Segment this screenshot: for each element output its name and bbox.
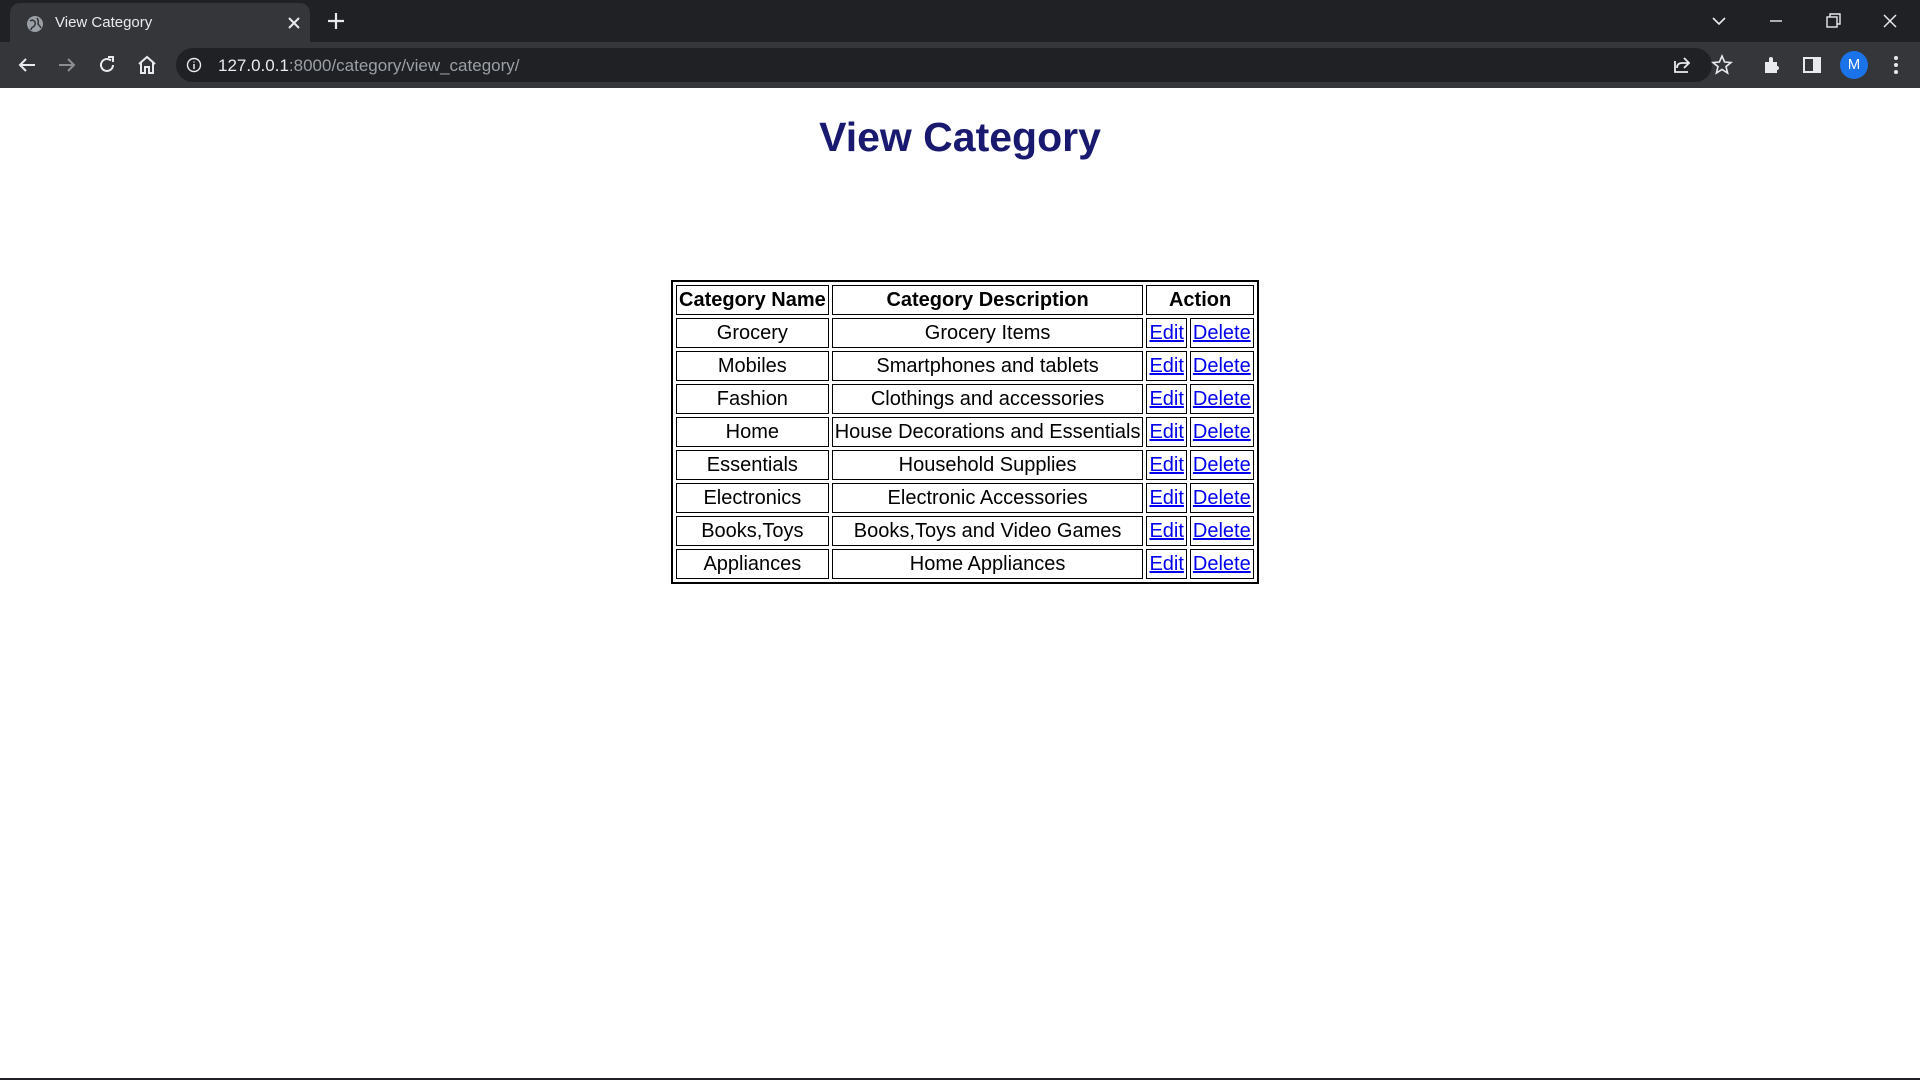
category-name-cell: Mobiles <box>676 351 829 381</box>
delete-link[interactable]: Delete <box>1193 355 1251 377</box>
tab-strip: View Category <box>0 0 1920 42</box>
table-row: Appliances Home Appliances Edit Delete <box>676 549 1254 579</box>
extensions-icon[interactable] <box>1760 53 1784 77</box>
edit-cell: Edit <box>1146 549 1187 579</box>
category-description-cell: Clothings and accessories <box>831 384 1144 414</box>
close-icon[interactable] <box>286 15 302 31</box>
back-arrow-icon[interactable] <box>15 53 39 77</box>
globe-icon <box>27 16 43 32</box>
category-description-cell: Home Appliances <box>831 549 1144 579</box>
delete-cell: Delete <box>1189 483 1254 513</box>
category-description-cell: Electronic Accessories <box>831 483 1144 513</box>
profile-avatar[interactable]: M <box>1840 51 1868 79</box>
delete-cell: Delete <box>1189 450 1254 480</box>
edit-cell: Edit <box>1146 516 1187 546</box>
side-panel-icon[interactable] <box>1800 53 1824 77</box>
edit-cell: Edit <box>1146 351 1187 381</box>
edit-link[interactable]: Edit <box>1149 454 1183 476</box>
share-icon[interactable] <box>1670 53 1694 77</box>
table-row: Fashion Clothings and accessories Edit Dele… <box>676 384 1254 414</box>
category-name-cell: Grocery <box>676 318 829 348</box>
delete-cell: Delete <box>1189 516 1254 546</box>
column-header-action: Action <box>1146 285 1254 315</box>
column-header-name: Category Name <box>676 285 829 315</box>
category-description-cell: Grocery Items <box>831 318 1144 348</box>
delete-cell: Delete <box>1189 351 1254 381</box>
delete-link[interactable]: Delete <box>1193 553 1251 575</box>
edit-link[interactable]: Edit <box>1149 388 1183 410</box>
delete-cell: Delete <box>1189 318 1254 348</box>
category-table: Category Name Category Description Actio… <box>671 280 1259 584</box>
column-header-description: Category Description <box>831 285 1144 315</box>
table-row: Home House Decorations and Essentials Edit… <box>676 417 1254 447</box>
minimize-icon[interactable] <box>1763 8 1789 34</box>
table-row: Electronics Electronic Accessories Edit Del… <box>676 483 1254 513</box>
window-close-icon[interactable] <box>1877 8 1903 34</box>
page-viewport: View Category Category Name Category Des… <box>0 88 1920 1078</box>
category-name-cell: Fashion <box>676 384 829 414</box>
edit-cell: Edit <box>1146 318 1187 348</box>
edit-link[interactable]: Edit <box>1149 355 1183 377</box>
edit-cell: Edit <box>1146 450 1187 480</box>
address-bar[interactable]: 127.0.0.1:8000/category/view_category/ <box>176 48 1734 82</box>
delete-link[interactable]: Delete <box>1193 388 1251 410</box>
delete-link[interactable]: Delete <box>1193 322 1251 344</box>
delete-link[interactable]: Delete <box>1193 421 1251 443</box>
url-host: 127.0.0.1 <box>218 56 289 75</box>
reload-icon[interactable] <box>95 53 119 77</box>
category-name-cell: Books,Toys <box>676 516 829 546</box>
table-row: Essentials Household Supplies Edit Delete <box>676 450 1254 480</box>
delete-link[interactable]: Delete <box>1193 520 1251 542</box>
bookmark-star-icon[interactable] <box>1710 53 1734 77</box>
delete-cell: Delete <box>1189 417 1254 447</box>
delete-link[interactable]: Delete <box>1193 454 1251 476</box>
home-icon[interactable] <box>135 53 159 77</box>
category-description-cell: House Decorations and Essentials <box>831 417 1144 447</box>
forward-arrow-icon[interactable] <box>55 53 79 77</box>
tab-title: View Category <box>55 14 153 31</box>
restore-icon[interactable] <box>1820 8 1846 34</box>
edit-cell: Edit <box>1146 384 1187 414</box>
info-icon[interactable] <box>186 57 202 73</box>
category-description-cell: Household Supplies <box>831 450 1144 480</box>
edit-cell: Edit <box>1146 417 1187 447</box>
browser-toolbar: 127.0.0.1:8000/category/view_category/ M <box>0 42 1920 88</box>
delete-link[interactable]: Delete <box>1193 487 1251 509</box>
table-row: Books,Toys Books,Toys and Video Games Edit… <box>676 516 1254 546</box>
page-title: View Category <box>819 114 1101 160</box>
edit-link[interactable]: Edit <box>1149 553 1183 575</box>
category-name-cell: Electronics <box>676 483 829 513</box>
tab-search-icon[interactable] <box>1706 8 1732 34</box>
category-name-cell: Appliances <box>676 549 829 579</box>
table-row: Mobiles Smartphones and tablets Edit Delete <box>676 351 1254 381</box>
edit-link[interactable]: Edit <box>1149 322 1183 344</box>
table-row: Grocery Grocery Items Edit Delete <box>676 318 1254 348</box>
new-tab-icon[interactable] <box>325 10 347 32</box>
delete-cell: Delete <box>1189 384 1254 414</box>
edit-link[interactable]: Edit <box>1149 520 1183 542</box>
edit-link[interactable]: Edit <box>1149 421 1183 443</box>
category-name-cell: Home <box>676 417 829 447</box>
delete-cell: Delete <box>1189 549 1254 579</box>
url-path: :8000/category/view_category/ <box>288 56 520 75</box>
table-body: Grocery Grocery Items Edit Delete Mobiles Sma… <box>676 318 1254 579</box>
edit-link[interactable]: Edit <box>1149 487 1183 509</box>
category-name-cell: Essentials <box>676 450 829 480</box>
browser-tab[interactable]: View Category <box>10 3 310 42</box>
edit-cell: Edit <box>1146 483 1187 513</box>
category-description-cell: Smartphones and tablets <box>831 351 1144 381</box>
kebab-menu-icon[interactable] <box>1884 53 1908 77</box>
url-text[interactable]: 127.0.0.1:8000/category/view_category/ <box>218 56 520 76</box>
category-description-cell: Books,Toys and Video Games <box>831 516 1144 546</box>
table-header-row: Category Name Category Description Actio… <box>676 285 1254 315</box>
